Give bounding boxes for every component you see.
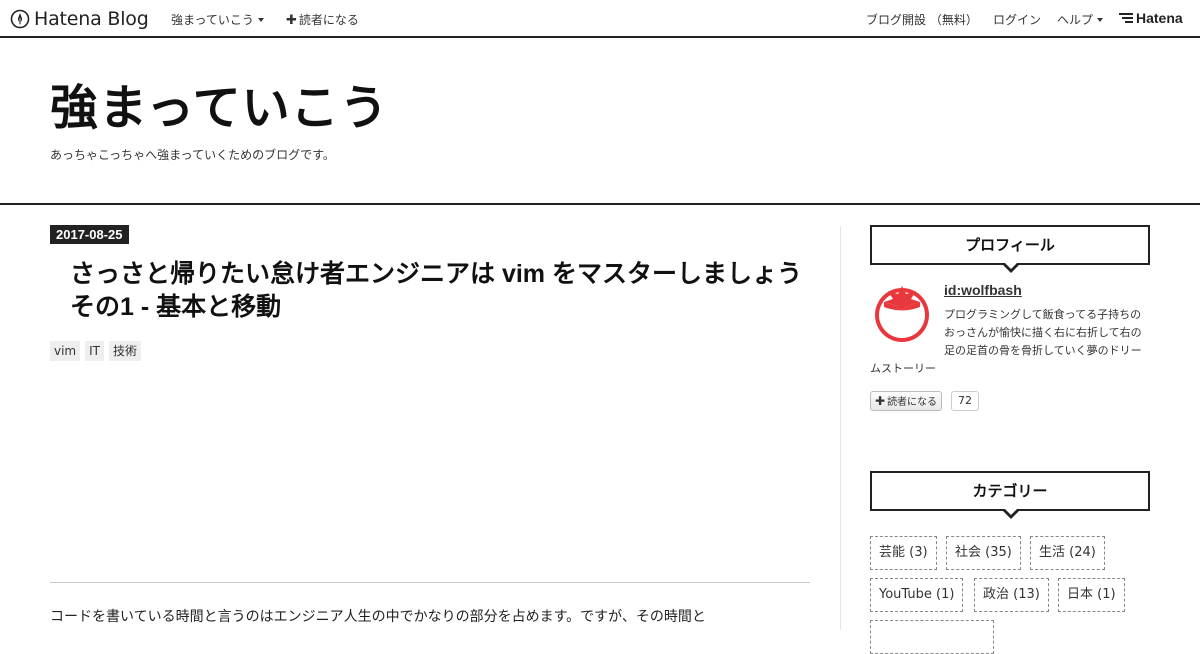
blog-title[interactable]: 強まっていこう <box>50 80 389 136</box>
subscribe-button[interactable]: ✚ 読者になる <box>870 391 943 411</box>
category-item[interactable]: 社会 (35) <box>946 536 1021 570</box>
blog-menu-dropdown[interactable]: 強まっていこう <box>171 11 264 28</box>
plus-icon: ✚ <box>875 394 886 408</box>
category-heading-text: カテゴリー <box>972 482 1048 500</box>
blog-description: あっちゃこっちゃへ強まっていくためのブログです。 <box>50 148 335 162</box>
category-item[interactable]: YouTube (1) <box>870 578 964 612</box>
category-item[interactable]: 生活 (24) <box>1030 536 1105 570</box>
subscribe-button-label: 読者になる <box>887 397 938 408</box>
chevron-down-icon <box>257 18 264 22</box>
create-blog-link[interactable]: ブログ開設 （無料） <box>866 11 978 28</box>
subscribe-label: 読者になる <box>298 13 359 27</box>
entry-date[interactable]: 2017-08-25 <box>50 225 129 244</box>
column-divider <box>840 226 841 630</box>
subscribe-link[interactable]: ✚ 読者になる <box>286 11 359 28</box>
category-item[interactable]: 政治 (13) <box>974 578 1049 612</box>
profile-heading-text: プロフィール <box>965 236 1055 254</box>
category-heading: カテゴリー <box>870 471 1150 519</box>
brand-text: Hatena <box>1136 10 1183 26</box>
hatena-mark-icon <box>1119 13 1133 23</box>
category-item[interactable]: 芸能 (3) <box>870 536 937 570</box>
hatena-blog-logo[interactable]: Hatena Blog <box>10 6 149 32</box>
tag-it[interactable]: IT <box>85 341 104 361</box>
plus-icon: ✚ <box>286 13 297 28</box>
entry-divider <box>50 582 810 583</box>
help-dropdown[interactable]: ヘルプ <box>1057 11 1104 28</box>
logo-text: Hatena Blog <box>34 8 149 30</box>
global-header: Hatena Blog 強まっていこう ✚ 読者になる ブログ開設 （無料） ログ… <box>0 0 1200 38</box>
subscriber-count: 72 <box>951 391 979 411</box>
hatena-brand-logo[interactable]: Hatena <box>1119 10 1183 26</box>
entry-body-text: コードを書いている時間と言うのはエンジニア人生の中でかなりの部分を占めます。です… <box>50 609 706 625</box>
profile-description: プログラミングして飯食ってる子持ちのおっさんが愉快に描く右に右折して右の足の足首… <box>870 306 1150 378</box>
blog-menu-label: 強まっていこう <box>171 13 254 27</box>
profile-heading: プロフィール <box>870 225 1150 273</box>
chevron-down-icon <box>1097 18 1104 22</box>
help-label: ヘルプ <box>1057 13 1094 27</box>
entry-tags: vim IT 技術 <box>50 341 142 361</box>
profile-id-link[interactable]: id:wolfbash <box>944 282 1022 298</box>
login-link[interactable]: ログイン <box>993 11 1041 28</box>
pen-nib-icon <box>10 9 30 29</box>
category-item[interactable]: 日本 (1) <box>1058 578 1125 612</box>
category-item-partial[interactable] <box>870 620 994 654</box>
entry-title[interactable]: さっさと帰りたい怠け者エンジニアは vim をマスターしましょう その1 - 基… <box>70 258 815 324</box>
blog-title-area: 強まっていこう あっちゃこっちゃへ強まっていくためのブログです。 <box>0 40 1200 205</box>
tag-vim[interactable]: vim <box>50 341 81 361</box>
tag-tech[interactable]: 技術 <box>109 341 142 361</box>
